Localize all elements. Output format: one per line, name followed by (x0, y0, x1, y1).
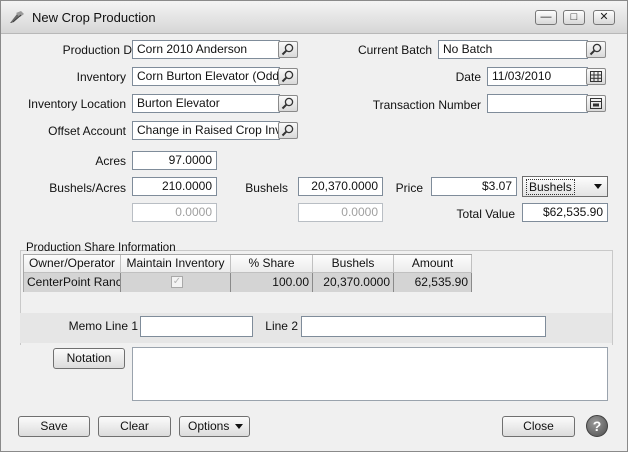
bushels-per-acre-label: Bushels/Acres (49, 181, 126, 195)
minimize-button[interactable]: — (535, 10, 557, 25)
maximize-button[interactable]: □ (563, 10, 585, 25)
transaction-number-field[interactable] (487, 94, 588, 113)
price-unit-dropdown[interactable]: Bushels (522, 176, 608, 197)
list-picker-icon (590, 98, 602, 109)
new-crop-production-window: New Crop Production — □ ✕ Production Det… (0, 0, 628, 452)
production-detail-field[interactable]: Corn 2010 Anderson (132, 40, 280, 59)
table-cell-owner[interactable]: CenterPoint Ranc (24, 273, 121, 292)
transaction-number-picker-button[interactable] (586, 95, 606, 112)
acres-field[interactable]: 97.0000 (132, 151, 217, 170)
notation-button[interactable]: Notation (53, 348, 125, 369)
date-label: Date (455, 70, 481, 84)
current-batch-field[interactable]: No Batch (438, 40, 588, 59)
crop-app-icon (10, 11, 24, 23)
maximize-icon: □ (570, 11, 578, 23)
inventory-field[interactable]: Corn Burton Elevator (Odd) (132, 67, 280, 86)
inventory-lookup-button[interactable] (278, 68, 298, 85)
acres-label: Acres (95, 154, 126, 168)
offset-account-label: Offset Account (48, 124, 126, 138)
group-title: Production Share Information (26, 242, 176, 254)
date-field[interactable]: 11/03/2010 (487, 67, 588, 86)
magnifier-icon (281, 124, 294, 137)
column-header-amount[interactable]: Amount (394, 255, 472, 273)
table-cell-maintain-inventory[interactable]: ✓ (121, 273, 231, 292)
price-field[interactable]: $3.07 (431, 177, 517, 196)
memo-line-1-field[interactable] (140, 316, 253, 337)
offset-account-lookup-button[interactable] (278, 122, 298, 139)
save-button[interactable]: Save (18, 416, 90, 437)
notation-textarea[interactable] (132, 347, 608, 401)
column-header-maintain-inventory[interactable]: Maintain Inventory (121, 255, 231, 273)
chevron-down-icon (594, 184, 602, 189)
maintain-inventory-checkbox[interactable]: ✓ (171, 276, 183, 288)
offset-account-field[interactable]: Change in Raised Crop Inv (132, 121, 280, 140)
help-icon[interactable]: ? (586, 415, 608, 437)
inventory-location-label: Inventory Location (27, 97, 126, 111)
close-icon: ✕ (599, 11, 609, 23)
inventory-location-field[interactable]: Burton Elevator (132, 94, 280, 113)
price-label: Price (395, 181, 423, 195)
column-header-bushels[interactable]: Bushels (313, 255, 394, 273)
column-header-share[interactable]: % Share (231, 255, 313, 273)
minimize-icon: — (540, 11, 552, 23)
bushels-per-acre-secondary-field: 0.0000 (132, 203, 217, 222)
date-picker-button[interactable] (586, 68, 606, 85)
options-label: Options (188, 419, 230, 433)
total-value-field[interactable]: $62,535.90 (522, 203, 608, 222)
options-button[interactable]: Options (179, 416, 250, 437)
close-window-button[interactable]: ✕ (593, 10, 615, 25)
magnifier-icon (281, 43, 294, 56)
close-button[interactable]: Close (502, 416, 575, 437)
clear-button[interactable]: Clear (98, 416, 171, 437)
table-cell-bushels[interactable]: 20,370.0000 (313, 273, 394, 292)
title-bar[interactable]: New Crop Production — □ ✕ (1, 1, 627, 34)
magnifier-icon (281, 97, 294, 110)
bushels-per-acre-field[interactable]: 210.0000 (132, 177, 217, 196)
bushels-field[interactable]: 20,370.0000 (298, 177, 383, 196)
magnifier-icon (589, 43, 602, 56)
price-unit-value: Bushels (526, 179, 575, 195)
table-cell-amount[interactable]: 62,535.90 (394, 273, 472, 292)
current-batch-lookup-button[interactable] (586, 41, 606, 58)
inventory-label: Inventory (76, 70, 126, 84)
memo-line-1-label: Memo Line 1 (68, 319, 138, 333)
column-header-owner[interactable]: Owner/Operator (24, 255, 121, 273)
magnifier-icon (281, 70, 294, 83)
memo-line-2-label: Line 2 (265, 319, 298, 333)
production-detail-lookup-button[interactable] (278, 41, 298, 58)
transaction-number-label: Transaction Number (372, 98, 481, 112)
current-batch-label: Current Batch (357, 43, 432, 57)
total-value-label: Total Value (456, 207, 515, 221)
window-title: New Crop Production (32, 10, 156, 25)
calendar-icon (590, 71, 602, 82)
share-grid[interactable]: Owner/Operator Maintain Inventory % Shar… (23, 254, 472, 292)
inventory-location-lookup-button[interactable] (278, 95, 298, 112)
table-cell-share[interactable]: 100.00 (231, 273, 313, 292)
bushels-secondary-field: 0.0000 (298, 203, 383, 222)
memo-line-2-field[interactable] (301, 316, 546, 337)
chevron-down-icon (235, 424, 243, 429)
bushels-label: Bushels (245, 181, 288, 195)
